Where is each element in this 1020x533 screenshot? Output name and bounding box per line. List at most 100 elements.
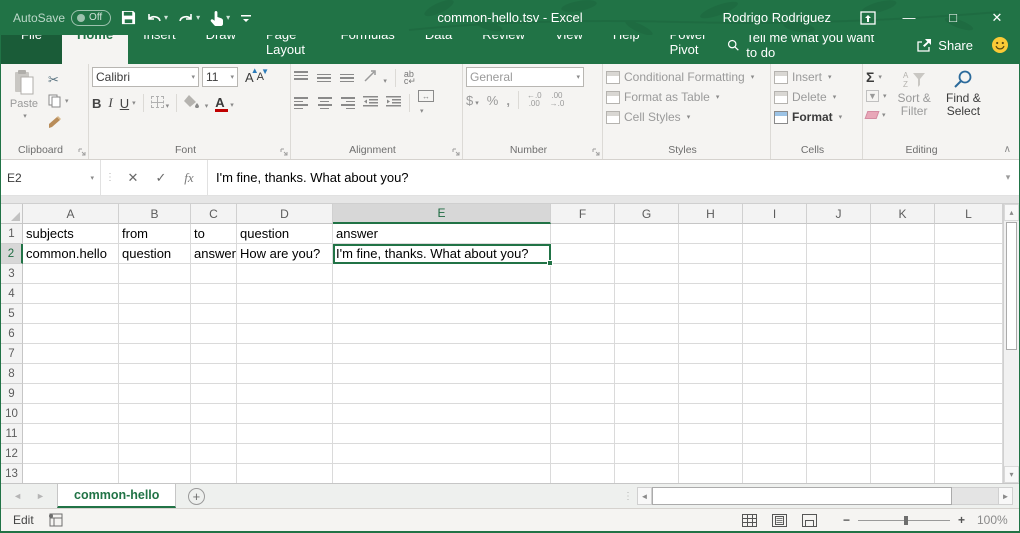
undo-dropdown-icon[interactable]: ▾	[164, 13, 168, 22]
column-header-E[interactable]: E	[333, 204, 551, 224]
name-box[interactable]: E2 ▾	[1, 160, 101, 195]
vertical-scrollbar-track[interactable]	[1004, 351, 1019, 466]
cell-A12[interactable]	[23, 444, 119, 464]
bottom-align-button[interactable]	[340, 74, 355, 83]
name-box-dropdown-icon[interactable]: ▾	[90, 174, 94, 182]
cell-B8[interactable]	[119, 364, 191, 384]
percent-style-button[interactable]: %	[487, 93, 499, 108]
cell-H12[interactable]	[679, 444, 743, 464]
underline-dropdown-icon[interactable]: ▾	[132, 99, 136, 107]
touch-mouse-mode-button[interactable]: ▾	[210, 10, 230, 26]
cell-A11[interactable]	[23, 424, 119, 444]
cell-I5[interactable]	[743, 304, 807, 324]
insert-cells-button[interactable]: Insert▾	[774, 69, 859, 85]
row-header-7[interactable]: 7	[1, 344, 23, 364]
cell-F7[interactable]	[551, 344, 615, 364]
cell-I12[interactable]	[743, 444, 807, 464]
row-header-3[interactable]: 3	[1, 264, 23, 284]
cell-I9[interactable]	[743, 384, 807, 404]
cell-D4[interactable]	[237, 284, 333, 304]
cell-D6[interactable]	[237, 324, 333, 344]
middle-align-button[interactable]	[317, 74, 332, 83]
font-dialog-launcher[interactable]	[280, 148, 288, 156]
cell-K6[interactable]	[871, 324, 935, 344]
cell-K10[interactable]	[871, 404, 935, 424]
row-header-13[interactable]: 13	[1, 464, 23, 483]
horizontal-scrollbar[interactable]: ◄ ►	[637, 487, 1013, 505]
cell-L6[interactable]	[935, 324, 1003, 344]
column-header-I[interactable]: I	[743, 204, 807, 224]
cell-K1[interactable]	[871, 224, 935, 244]
cell-B7[interactable]	[119, 344, 191, 364]
row-header-10[interactable]: 10	[1, 404, 23, 424]
cell-E8[interactable]	[333, 364, 551, 384]
cell-A7[interactable]	[23, 344, 119, 364]
cell-J7[interactable]	[807, 344, 871, 364]
cell-F1[interactable]	[551, 224, 615, 244]
cell-J11[interactable]	[807, 424, 871, 444]
cell-K2[interactable]	[871, 244, 935, 264]
redo-button[interactable]: ▾	[178, 11, 200, 25]
cell-F2[interactable]	[551, 244, 615, 264]
vertical-scrollbar-thumb[interactable]	[1006, 222, 1017, 350]
cell-K13[interactable]	[871, 464, 935, 483]
sheet-tab-common-hello[interactable]: common-hello	[57, 484, 176, 508]
scroll-right-icon[interactable]: ►	[998, 487, 1013, 505]
cell-C13[interactable]	[191, 464, 237, 483]
cell-I8[interactable]	[743, 364, 807, 384]
scroll-up-icon[interactable]: ▴	[1004, 204, 1019, 221]
customize-qat-button[interactable]	[240, 12, 252, 24]
orientation-button[interactable]: ▾	[363, 70, 387, 86]
format-painter-button[interactable]	[48, 114, 69, 130]
cell-A6[interactable]	[23, 324, 119, 344]
cell-F4[interactable]	[551, 284, 615, 304]
format-cells-button[interactable]: Format▾	[774, 109, 859, 125]
cell-L4[interactable]	[935, 284, 1003, 304]
cell-D1[interactable]: question	[237, 224, 333, 244]
cell-B10[interactable]	[119, 404, 191, 424]
formula-bar-resize-handle[interactable]: ⋮	[101, 160, 119, 195]
alignment-dialog-launcher[interactable]	[452, 148, 460, 156]
cell-F3[interactable]	[551, 264, 615, 284]
cell-B1[interactable]: from	[119, 224, 191, 244]
cell-L11[interactable]	[935, 424, 1003, 444]
cell-G6[interactable]	[615, 324, 679, 344]
cell-A8[interactable]	[23, 364, 119, 384]
close-button[interactable]: ✕	[975, 0, 1019, 35]
column-header-B[interactable]: B	[119, 204, 191, 224]
cell-B13[interactable]	[119, 464, 191, 483]
macro-record-button[interactable]	[47, 513, 63, 527]
font-name-combo[interactable]: Calibri▾	[92, 67, 199, 87]
accounting-format-button[interactable]: $▾	[466, 93, 479, 108]
user-name[interactable]: Rodrigo Rodriguez	[723, 10, 831, 25]
fill-button[interactable]: ▼▾	[866, 88, 887, 104]
sort-filter-button[interactable]: AZ Sort & Filter	[893, 67, 936, 123]
fill-handle[interactable]	[547, 260, 553, 266]
cell-G8[interactable]	[615, 364, 679, 384]
cell-C7[interactable]	[191, 344, 237, 364]
paste-button[interactable]: Paste ▾	[4, 67, 44, 143]
fill-color-button[interactable]: ▾	[184, 95, 208, 111]
cell-K9[interactable]	[871, 384, 935, 404]
column-header-J[interactable]: J	[807, 204, 871, 224]
cell-B6[interactable]	[119, 324, 191, 344]
bold-button[interactable]: B	[92, 96, 101, 111]
cell-B12[interactable]	[119, 444, 191, 464]
cell-E1[interactable]: answer	[333, 224, 551, 244]
cell-L10[interactable]	[935, 404, 1003, 424]
cell-J10[interactable]	[807, 404, 871, 424]
find-select-button[interactable]: Find & Select	[942, 67, 985, 123]
clipboard-dialog-launcher[interactable]	[78, 148, 86, 156]
cell-A10[interactable]	[23, 404, 119, 424]
row-header-12[interactable]: 12	[1, 444, 23, 464]
decrease-indent-button[interactable]	[363, 96, 378, 110]
cell-I6[interactable]	[743, 324, 807, 344]
column-header-H[interactable]: H	[679, 204, 743, 224]
cut-button[interactable]: ✂	[48, 72, 69, 88]
row-header-5[interactable]: 5	[1, 304, 23, 324]
number-format-combo[interactable]: General▾	[466, 67, 584, 87]
cell-E5[interactable]	[333, 304, 551, 324]
enter-button[interactable]: ✓	[147, 170, 175, 186]
cell-D13[interactable]	[237, 464, 333, 483]
horizontal-scrollbar-thumb[interactable]	[652, 487, 952, 505]
